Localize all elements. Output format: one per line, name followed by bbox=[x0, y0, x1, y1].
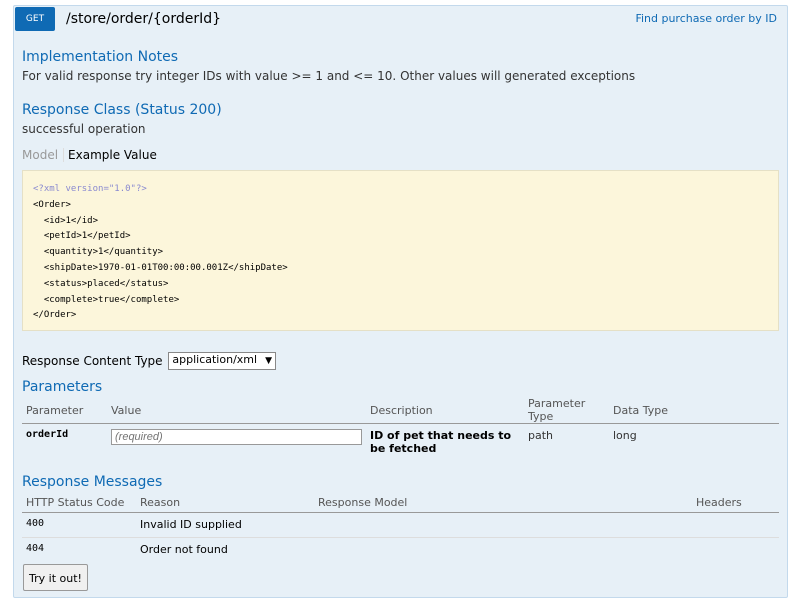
response-headers bbox=[692, 512, 779, 538]
column-header: Value bbox=[107, 397, 366, 424]
tab-model[interactable]: Model bbox=[22, 148, 65, 162]
column-header: Parameter bbox=[22, 397, 107, 424]
status-reason: Order not found bbox=[140, 543, 228, 556]
column-header: Reason bbox=[136, 492, 314, 513]
response-model bbox=[314, 538, 692, 563]
content-type-row: Response Content Type application/xml ▼ bbox=[22, 352, 276, 370]
response-messages-heading: Response Messages bbox=[22, 474, 163, 490]
table-row: orderId ID of pet that needs to be fetch… bbox=[22, 424, 779, 461]
parameters-table: Parameter Value Description Parameter Ty… bbox=[22, 397, 779, 460]
column-header: Parameter Type bbox=[524, 397, 609, 424]
http-method-badge[interactable]: GET bbox=[15, 7, 55, 31]
operation-summary-link[interactable]: Find purchase order by ID bbox=[635, 12, 777, 26]
endpoint-path[interactable]: /store/order/{orderId} bbox=[66, 9, 221, 29]
param-type: path bbox=[528, 429, 554, 442]
table-row: 400 Invalid ID supplied bbox=[22, 512, 779, 538]
code-line: <status>placed</status> bbox=[33, 278, 169, 289]
code-line: <id>1</id> bbox=[33, 215, 99, 226]
operation-panel: GET /store/order/{orderId} Find purchase… bbox=[13, 5, 788, 598]
order-id-input[interactable] bbox=[111, 429, 362, 445]
operation-header[interactable]: GET /store/order/{orderId} Find purchase… bbox=[14, 6, 787, 32]
response-headers bbox=[692, 538, 779, 563]
content-type-select[interactable]: application/xml ▼ bbox=[168, 352, 276, 370]
status-code: 404 bbox=[26, 543, 45, 554]
code-line: <quantity>1</quantity> bbox=[33, 247, 164, 258]
code-line: <petId>1</petId> bbox=[33, 231, 131, 242]
code-line: </Order> bbox=[33, 310, 77, 321]
status-code: 400 bbox=[22, 512, 136, 538]
response-messages-table: HTTP Status Code Reason Response Model H… bbox=[22, 492, 779, 562]
chevron-down-icon: ▼ bbox=[265, 356, 272, 366]
response-class-description: successful operation bbox=[22, 122, 146, 136]
content-type-label: Response Content Type bbox=[22, 354, 163, 368]
tab-example-value[interactable]: Example Value bbox=[64, 148, 157, 162]
column-header: Response Model bbox=[314, 492, 692, 513]
code-line: <Order> bbox=[33, 199, 71, 210]
table-row: 404 Order not found bbox=[22, 538, 779, 563]
response-model bbox=[314, 512, 692, 538]
response-class-heading: Response Class (Status 200) bbox=[22, 102, 222, 118]
implementation-notes-text: For valid response try integer IDs with … bbox=[22, 69, 636, 83]
column-header: HTTP Status Code bbox=[22, 492, 136, 513]
try-it-out-button[interactable]: Try it out! bbox=[23, 564, 88, 591]
param-description: ID of pet that needs to be fetched bbox=[370, 429, 512, 455]
code-line: <?xml version="1.0"?> bbox=[33, 184, 147, 194]
column-header: Data Type bbox=[609, 397, 779, 424]
implementation-notes-heading: Implementation Notes bbox=[22, 49, 179, 65]
code-line: <complete>true</complete> bbox=[33, 294, 180, 305]
parameters-heading: Parameters bbox=[22, 379, 103, 395]
status-reason: Invalid ID supplied bbox=[136, 512, 314, 538]
param-name: orderId bbox=[26, 429, 69, 440]
column-header: Description bbox=[366, 397, 524, 424]
param-data-type: long bbox=[613, 429, 637, 442]
code-line: <shipDate>1970-01-01T00:00:00.001Z</ship… bbox=[33, 262, 288, 273]
example-value-code[interactable]: <?xml version="1.0"?> <Order> <id>1</id>… bbox=[22, 170, 779, 331]
column-header: Headers bbox=[692, 492, 779, 513]
model-tabs: Model Example Value bbox=[22, 148, 157, 164]
content-type-value: application/xml bbox=[172, 353, 258, 366]
